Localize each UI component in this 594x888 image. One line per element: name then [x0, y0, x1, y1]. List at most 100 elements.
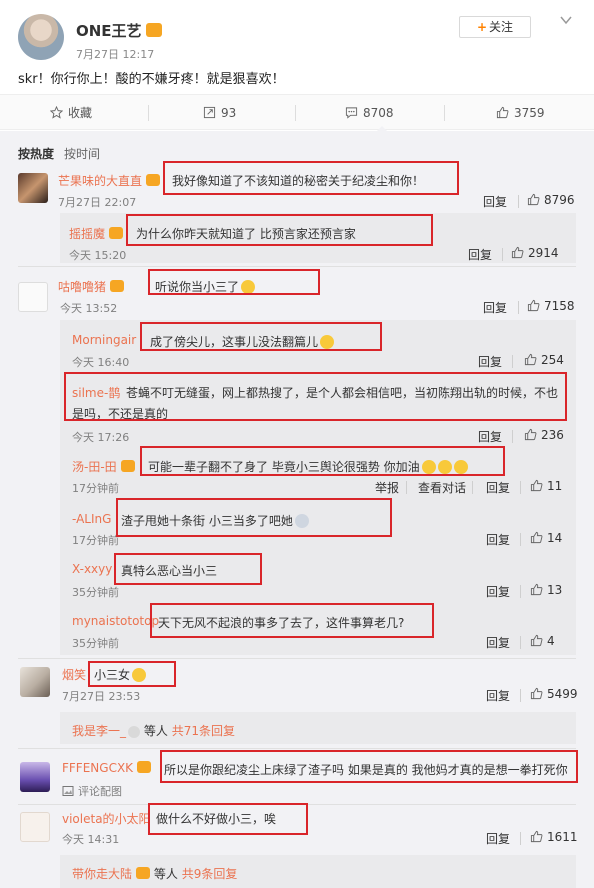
reply-username[interactable]: mynaistototop [72, 614, 159, 628]
like-button[interactable]: 254 [524, 353, 564, 367]
comment-attachment-link[interactable]: 评论配图 [62, 783, 122, 799]
emoji-icon [241, 280, 256, 294]
author-name-row[interactable]: ONE王艺 [76, 20, 162, 41]
chevron-down-icon[interactable] [560, 14, 572, 26]
vip-badge-icon [137, 761, 152, 773]
reply-button[interactable]: 回复 [486, 687, 510, 704]
emoji-icon [132, 668, 147, 682]
avatar[interactable] [20, 812, 50, 842]
reply-button[interactable]: 回复 [486, 830, 510, 847]
comment-username[interactable]: 咕噜噜猪 [58, 278, 125, 295]
sort-hot[interactable]: 按热度 [18, 147, 54, 161]
like-button[interactable]: 4 [530, 634, 555, 648]
reply-text: 成了傍尖儿，这事儿没法翻篇儿 [150, 333, 335, 350]
like-button[interactable]: 11 [530, 479, 562, 493]
sort-options: 按热度 按时间 [18, 145, 100, 162]
like-button[interactable]: 8796 [527, 193, 575, 207]
repost-button[interactable]: 93 [203, 95, 236, 131]
repost-count: 93 [221, 106, 237, 120]
avatar[interactable] [18, 282, 48, 312]
reply-username[interactable]: 摇摇魔 [69, 225, 124, 242]
vip-badge-icon [146, 174, 161, 186]
like-count: 3759 [514, 106, 545, 120]
thumbs-up-icon [527, 299, 540, 312]
comment-text: 小三女 [94, 666, 147, 683]
like-button[interactable]: 5499 [530, 687, 578, 701]
like-count: 8796 [544, 193, 575, 207]
reply-button[interactable]: 回复 [468, 246, 492, 263]
divider [518, 301, 519, 314]
reply-time: 35分钟前 [72, 637, 119, 650]
follow-button[interactable]: + 关注 [459, 16, 531, 38]
plus-icon: + [476, 20, 488, 34]
thumbs-up-icon [530, 583, 543, 596]
reply-username[interactable]: Morningair [72, 333, 136, 347]
avatar[interactable] [20, 667, 50, 697]
avatar[interactable] [20, 762, 50, 792]
comment-time: 7月27日 22:07 [58, 196, 137, 209]
thumbs-up-icon [511, 246, 524, 259]
reply-button[interactable]: 回复 [478, 353, 502, 370]
report-button[interactable]: 举报 [375, 479, 399, 496]
avatar[interactable] [18, 173, 48, 203]
divider [18, 266, 576, 267]
like-count: 236 [541, 428, 564, 442]
view-conversation-button[interactable]: 查看对话 [418, 479, 466, 496]
reply-text: 真特么恶心当小三 [121, 564, 218, 578]
like-button[interactable]: 3759 [496, 95, 545, 131]
comment-username[interactable]: violeta的小太阳 [62, 810, 151, 827]
thumbs-up-icon [527, 193, 540, 206]
like-button[interactable]: 7158 [527, 299, 575, 313]
reply-button[interactable]: 回复 [486, 479, 510, 496]
divider [18, 748, 576, 749]
comment-text: 所以是你跟纪凌尘上床绿了渣子吗 如果是真的 我他妈才真的是想一拳打死你 [164, 763, 568, 777]
emoji-icon [294, 514, 309, 528]
comment-username[interactable]: 芒果味的大直直 [58, 172, 161, 189]
comment-username[interactable]: FFFENGCXK [62, 761, 152, 775]
reply-username[interactable]: 汤-田-田 [72, 458, 135, 475]
comment-icon [345, 107, 358, 119]
comment-text: 我好像知道了不该知道的秘密关于纪凌尘和你！ [172, 174, 425, 188]
favorite-label: 收藏 [68, 106, 93, 120]
reply-button[interactable]: 回复 [478, 428, 502, 445]
reply-button[interactable]: 回复 [486, 531, 510, 548]
like-button[interactable]: 13 [530, 583, 562, 597]
like-button[interactable]: 2914 [511, 246, 559, 260]
reply-username[interactable]: -ALInG [72, 512, 111, 526]
thumbs-up-icon [530, 687, 543, 700]
more-replies-link[interactable]: 我是李一_ 等人 共71条回复 [72, 722, 235, 739]
vip-badge-icon [109, 227, 124, 239]
reply-button[interactable]: 回复 [483, 193, 507, 210]
author-avatar[interactable] [18, 14, 64, 60]
reply-button[interactable]: 回复 [483, 299, 507, 316]
divider [520, 636, 521, 649]
favorite-button[interactable]: 收藏 [50, 95, 92, 131]
more-replies-link[interactable]: 带你走大陆 等人 共9条回复 [72, 865, 237, 882]
like-button[interactable]: 1611 [530, 830, 578, 844]
emoji-icon [453, 460, 468, 474]
panda-emoji-icon [128, 726, 141, 738]
reply-button[interactable]: 回复 [486, 583, 510, 600]
like-count: 2914 [528, 246, 559, 260]
comment-count: 8708 [363, 106, 394, 120]
divider [520, 481, 521, 494]
reply-time: 今天 15:20 [69, 249, 127, 262]
comment-time: 今天 13:52 [60, 302, 118, 315]
like-button[interactable]: 236 [524, 428, 564, 442]
comment-username[interactable]: 烟笑 [62, 666, 86, 683]
thumbs-up-icon [524, 353, 537, 366]
comment-text: 做什么不好做小三，唉 [156, 812, 277, 826]
reply-username[interactable]: silme-鹊 [72, 384, 120, 401]
reply-text: 为什么你昨天就知道了 比预言家还预言家 [136, 227, 356, 241]
like-count: 4 [547, 634, 555, 648]
reply-text: 天下无风不起浪的事多了去了，这件事算老几? [158, 616, 405, 630]
like-button[interactable]: 14 [530, 531, 562, 545]
reply-username[interactable]: X-xxyy [72, 562, 112, 576]
like-count: 254 [541, 353, 564, 367]
reply-button[interactable]: 回复 [486, 634, 510, 651]
reply-text: 渣子甩她十条街 小三当多了吧她 [121, 512, 309, 529]
like-count: 14 [547, 531, 563, 545]
vip-badge-icon [120, 460, 135, 472]
sort-time[interactable]: 按时间 [64, 147, 100, 161]
author-name[interactable]: ONE王艺 [76, 22, 142, 40]
